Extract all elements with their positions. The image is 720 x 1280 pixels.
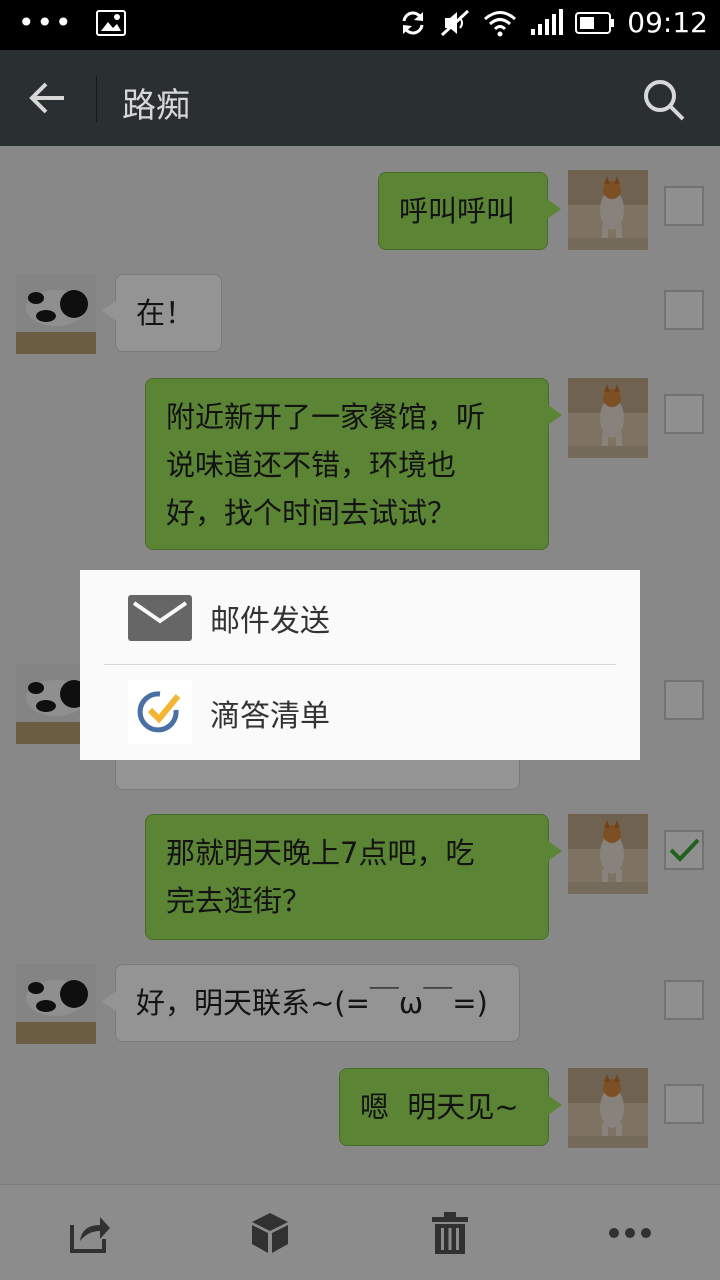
menu-item-label: 邮件发送 [210,604,330,639]
battery-icon [575,11,615,34]
wifi-icon [484,10,517,36]
search-icon[interactable] [642,78,686,122]
more-dots-icon: ••• [18,6,74,39]
ticktick-icon [128,680,192,744]
app-header: 路痴 [0,50,720,146]
menu-item-mail[interactable]: 邮件发送 [80,570,640,665]
status-bar: ••• 09:12 [0,0,720,50]
menu-item-ticktick[interactable]: 滴答清单 [80,665,640,760]
clock: 09:12 [627,6,708,39]
back-arrow-icon[interactable] [26,76,70,120]
mute-icon [441,9,470,36]
share-menu: 邮件发送 滴答清单 [80,570,640,760]
menu-item-label: 滴答清单 [210,699,330,734]
page-title: 路痴 [122,86,190,126]
header-divider [96,76,97,122]
sync-icon [402,11,424,34]
mail-icon [128,595,192,641]
gallery-icon [95,10,126,36]
signal-icon [531,8,564,35]
